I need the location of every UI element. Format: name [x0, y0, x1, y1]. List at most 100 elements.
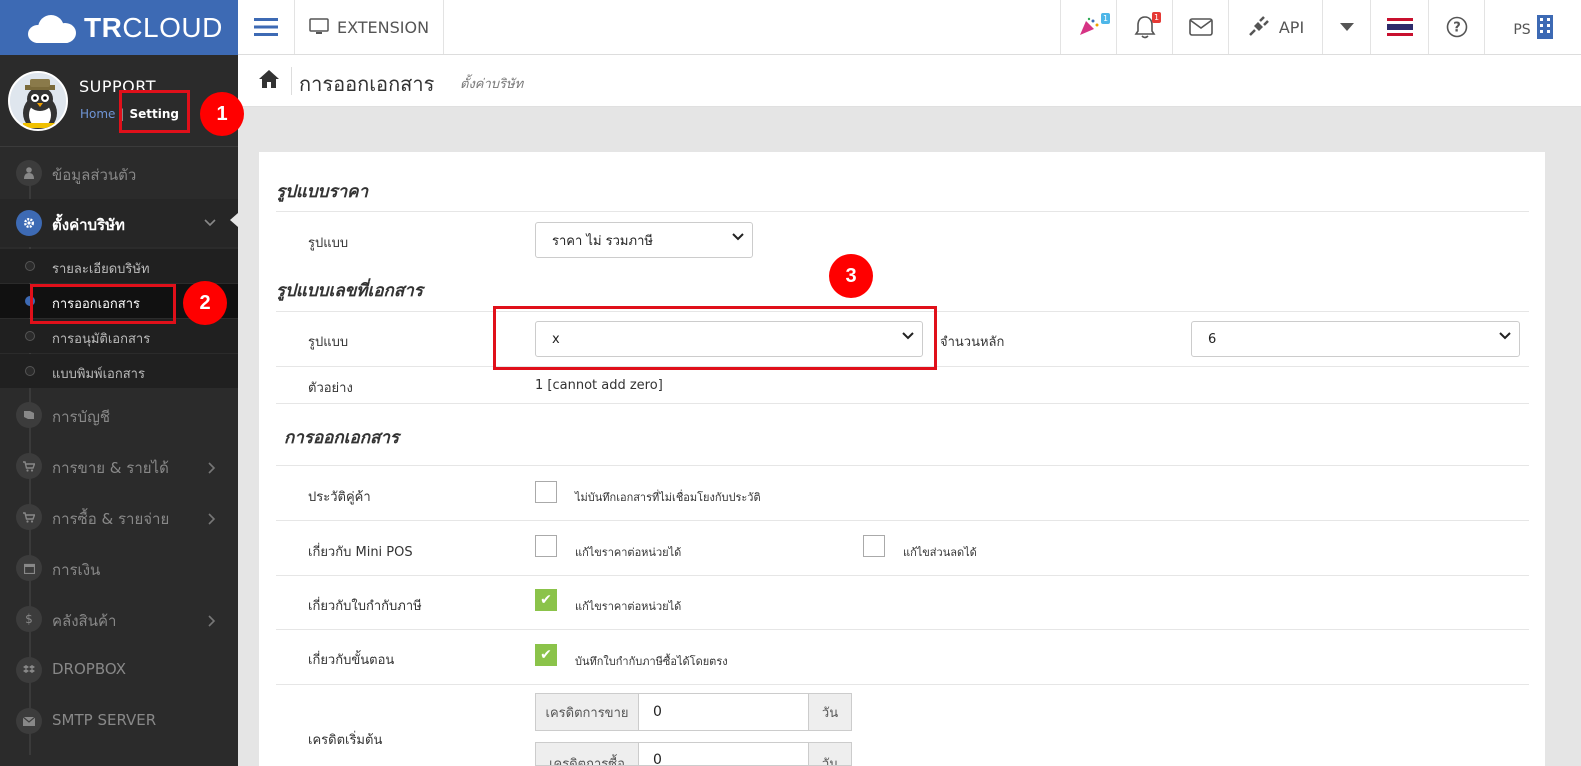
default-credit-label: เครดิตเริ่มต้น: [308, 733, 383, 748]
pos-edit-discount-checkbox[interactable]: [863, 535, 885, 557]
chevron-down-icon: [1499, 332, 1511, 340]
notifications-button[interactable]: 1: [1116, 0, 1172, 54]
page-subtitle: ตั้งค่าบริษัท: [460, 77, 524, 92]
no-unlinked-doc-label: ไม่บันทึกเอกสารที่ไม่เชื่อมโยงกับประวัติ: [575, 491, 761, 504]
news-button[interactable]: 1: [1060, 0, 1116, 54]
notification-badge: 1: [1152, 12, 1162, 23]
plug-icon: [1248, 16, 1269, 36]
sidebar-item-smtp-server[interactable]: SMTP SERVER: [0, 703, 238, 739]
sales-credit-unit: วัน: [808, 693, 852, 731]
annotation-box-format-select: [493, 306, 937, 370]
example-value: 1 [cannot add zero]: [535, 378, 663, 393]
purchase-credit-addon: เครดิตการซื้อ: [535, 742, 639, 766]
cart-icon: [16, 504, 42, 530]
news-badge: 1: [1101, 13, 1111, 24]
digits-label: จำนวนหลัก: [940, 335, 1005, 350]
brand-name: TRCLOUD: [84, 11, 223, 43]
extension-label: EXTENSION: [336, 17, 430, 37]
annotation-step-3: 3: [829, 254, 873, 298]
price-format-label: รูปแบบ: [308, 236, 349, 251]
record-purchase-tax-direct-label: บันทึกใบกำกับภาษีซื้อได้โดยตรง: [575, 655, 728, 668]
example-label: ตัวอย่าง: [308, 381, 353, 396]
sidebar-subitem-company-details[interactable]: รายละเอียดบริษัท: [0, 249, 238, 283]
sales-credit-input[interactable]: 0: [638, 693, 809, 731]
cart-icon: [16, 453, 42, 479]
pos-edit-discount-label: แก้ไขส่วนลดได้: [903, 546, 977, 559]
record-purchase-tax-direct-checkbox[interactable]: ✔: [535, 644, 557, 666]
annotation-box-setting: [119, 90, 190, 133]
dollar-icon: $: [16, 606, 42, 632]
building-icon: [1536, 15, 1553, 39]
user-initials: PS: [1513, 22, 1531, 38]
annotation-step-2: 2: [183, 281, 227, 325]
sidebar-item-finance[interactable]: การเงิน: [0, 550, 238, 586]
calendar-icon: [16, 555, 42, 581]
no-unlinked-doc-checkbox[interactable]: [535, 481, 557, 503]
annotation-box-doc-issuing: [30, 284, 176, 324]
sidebar-item-personal-info[interactable]: ข้อมูลส่วนตัว: [0, 155, 238, 191]
sidebar-subitem-print-templates[interactable]: แบบพิมพ์เอกสาร: [0, 354, 238, 388]
chevron-down-icon: [732, 233, 744, 241]
top-navbar: EXTENSION 1 1 API ? PS: [238, 0, 1581, 55]
sidebar: SUPPORT Home | Setting ข้อมูลส่วนตัว ตั้งค…: [0, 55, 238, 766]
purchase-credit-input[interactable]: 0: [638, 742, 809, 766]
sidebar-item-inventory[interactable]: $ คลังสินค้า: [0, 601, 238, 637]
sidebar-item-label: การซื้อ & รายจ่าย: [52, 510, 170, 528]
user-menu-button[interactable]: PS: [1484, 0, 1581, 54]
doc-number-format-label: รูปแบบ: [308, 335, 349, 350]
active-pointer-icon: [230, 213, 238, 227]
envelope-icon: [1188, 18, 1213, 36]
sidebar-item-sales-income[interactable]: การขาย & รายได้: [0, 448, 238, 484]
help-button[interactable]: ?: [1428, 0, 1484, 54]
avatar[interactable]: [8, 71, 68, 131]
partner-history-label: ประวัติคู่ค้า: [308, 490, 371, 505]
sidebar-item-label: การขาย & รายได้: [52, 459, 169, 477]
sidebar-item-label: DROPBOX: [52, 660, 126, 678]
sidebar-item-label: คลังสินค้า: [52, 612, 117, 630]
sidebar-subitem-label: แบบพิมพ์เอกสาร: [52, 367, 145, 382]
sidebar-subitem-label: รายละเอียดบริษัท: [52, 262, 150, 277]
sidebar-item-label: การเงิน: [52, 561, 101, 579]
bullet-icon: [25, 261, 35, 271]
price-format-title: รูปแบบราคา: [276, 182, 369, 202]
sidebar-item-company-settings[interactable]: ตั้งค่าบริษัท: [0, 199, 238, 247]
messages-button[interactable]: [1172, 0, 1228, 54]
mini-pos-label: เกี่ยวกับ Mini POS: [308, 545, 413, 560]
annotation-step-1: 1: [200, 92, 244, 136]
hamburger-menu-button[interactable]: [238, 0, 294, 54]
dropbox-icon: [16, 657, 42, 683]
sidebar-item-dropbox[interactable]: DROPBOX: [0, 652, 238, 688]
sidebar-item-accounting[interactable]: การบัญชี: [0, 397, 238, 433]
sidebar-item-label: ตั้งค่าบริษัท: [52, 216, 125, 234]
pos-edit-unit-price-label: แก้ไขราคาต่อหน่วยได้: [575, 546, 682, 559]
sidebar-item-purchase-expense[interactable]: การซื้อ & รายจ่าย: [0, 499, 238, 535]
monitor-icon: [309, 18, 329, 34]
chevron-down-icon: [204, 219, 216, 227]
api-button[interactable]: API: [1228, 0, 1322, 54]
price-format-select[interactable]: ราคา ไม่ รวมภาษี: [535, 222, 753, 258]
caret-down-icon: [1339, 23, 1354, 31]
book-icon: [16, 402, 42, 428]
dropdown-toggle[interactable]: [1322, 0, 1370, 54]
sales-credit-addon: เครดิตการขาย: [535, 693, 639, 731]
home-icon[interactable]: [258, 69, 280, 93]
hamburger-icon: [254, 18, 278, 36]
chevron-right-icon: [208, 462, 216, 474]
extension-button[interactable]: EXTENSION: [294, 0, 443, 54]
language-button[interactable]: [1370, 0, 1428, 54]
page-title: การออกเอกสาร: [299, 72, 435, 96]
brand-logo[interactable]: TRCLOUD: [0, 0, 238, 55]
bullet-icon: [25, 366, 35, 376]
tax-edit-unit-price-checkbox[interactable]: ✔: [535, 589, 557, 611]
digits-select[interactable]: 6: [1191, 321, 1520, 357]
doc-issue-title: การออกเอกสาร: [284, 428, 400, 448]
home-link[interactable]: Home: [80, 107, 115, 121]
question-circle-icon: ?: [1446, 16, 1467, 38]
doc-number-title: รูปแบบเลขที่เอกสาร: [276, 281, 423, 301]
purchase-credit-unit: วัน: [808, 742, 852, 766]
chevron-right-icon: [208, 513, 216, 525]
api-label: API: [1278, 17, 1305, 37]
pos-edit-unit-price-checkbox[interactable]: [535, 535, 557, 557]
svg-text:?: ?: [1453, 21, 1461, 36]
thai-flag-icon: [1386, 18, 1413, 36]
